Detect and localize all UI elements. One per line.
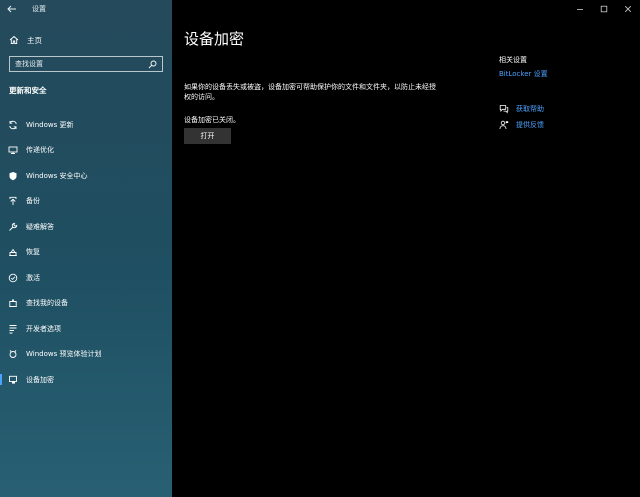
settings-window: 设置 主页 查找设置 更新和安全 Windows 更新 传递优化 Windows…	[0, 0, 640, 497]
sidebar-item-label: 恢复	[26, 248, 40, 257]
minimize-button[interactable]	[568, 0, 592, 18]
sidebar-item-troubleshoot[interactable]: 疑难解答	[0, 214, 172, 240]
close-icon	[624, 5, 632, 13]
sidebar-item-label: 激活	[26, 273, 40, 282]
search-icon[interactable]	[148, 60, 157, 69]
sidebar-item-label: 开发者选项	[26, 324, 61, 333]
sidebar-item-developer-options[interactable]: 开发者选项	[0, 316, 172, 342]
sidebar-item-label: 备份	[26, 197, 40, 206]
main-content: 设备加密 如果你的设备丢失或被盗，设备加密可帮助保护你的文件和文件夹，以防止未经…	[172, 0, 640, 497]
sidebar-item-find-my-device[interactable]: 查找我的设备	[0, 291, 172, 317]
sidebar-item-label: Windows 预览体验计划	[26, 350, 102, 359]
window-controls	[568, 0, 640, 18]
search-placeholder: 查找设置	[15, 60, 43, 68]
sidebar-item-label: 疑难解答	[26, 222, 54, 231]
find-device-icon	[8, 298, 18, 308]
get-help-label: 获取帮助	[516, 105, 544, 113]
sidebar-item-label: 设备加密	[26, 375, 54, 384]
related-settings-title: 相关设置	[499, 56, 527, 64]
sidebar: 设置 主页 查找设置 更新和安全 Windows 更新 传递优化 Windows…	[0, 0, 172, 497]
close-button[interactable]	[616, 0, 640, 18]
back-arrow-icon	[7, 5, 16, 13]
sidebar-item-home[interactable]: 主页	[0, 32, 172, 48]
sidebar-item-label: Windows 安全中心	[26, 171, 88, 180]
sidebar-item-windows-security[interactable]: Windows 安全中心	[0, 163, 172, 189]
sidebar-item-activation[interactable]: 激活	[0, 265, 172, 291]
back-button[interactable]	[0, 0, 24, 18]
turn-on-button[interactable]: 打开	[184, 128, 231, 144]
sidebar-item-recovery[interactable]: 恢复	[0, 240, 172, 266]
home-icon	[9, 35, 19, 45]
section-title: 更新和安全	[9, 86, 47, 95]
encryption-status: 设备加密已关闭。	[184, 116, 240, 124]
sidebar-item-device-encryption[interactable]: 设备加密	[0, 367, 172, 393]
page-title: 设备加密	[184, 30, 245, 48]
wrench-icon	[8, 222, 18, 232]
minimize-icon	[577, 9, 583, 10]
activation-icon	[8, 273, 18, 283]
sidebar-item-label: Windows 更新	[26, 120, 74, 129]
get-help-link[interactable]: 获取帮助	[499, 103, 544, 115]
sidebar-item-label: 传递优化	[26, 146, 54, 155]
sync-icon	[8, 120, 18, 130]
device-encryption-icon	[8, 375, 18, 385]
search-input[interactable]: 查找设置	[9, 56, 163, 72]
insider-icon	[8, 349, 18, 359]
sidebar-item-delivery-optimization[interactable]: 传递优化	[0, 138, 172, 164]
developer-icon	[8, 324, 18, 334]
give-feedback-label: 提供反馈	[516, 121, 544, 129]
sidebar-item-windows-update[interactable]: Windows 更新	[0, 112, 172, 138]
maximize-icon	[600, 5, 608, 13]
maximize-button[interactable]	[592, 0, 616, 18]
sidebar-item-windows-insider[interactable]: Windows 预览体验计划	[0, 342, 172, 368]
delivery-optimization-icon	[8, 145, 18, 155]
sidebar-item-label: 查找我的设备	[26, 299, 68, 308]
shield-icon	[8, 171, 18, 181]
feedback-person-icon	[499, 120, 509, 130]
sidebar-item-backup[interactable]: 备份	[0, 189, 172, 215]
sidebar-nav: Windows 更新 传递优化 Windows 安全中心 备份 疑难解答 恢复 …	[0, 112, 172, 393]
titlebar-left: 设置	[0, 0, 172, 18]
encryption-description: 如果你的设备丢失或被盗，设备加密可帮助保护你的文件和文件夹，以防止未经授权的访问…	[184, 83, 436, 101]
home-label: 主页	[27, 35, 42, 45]
window-title: 设置	[32, 5, 46, 13]
bitlocker-settings-link[interactable]: BitLocker 设置	[499, 69, 548, 79]
recovery-icon	[8, 247, 18, 257]
backup-icon	[8, 196, 18, 206]
help-chat-icon	[499, 104, 509, 114]
give-feedback-link[interactable]: 提供反馈	[499, 119, 544, 131]
